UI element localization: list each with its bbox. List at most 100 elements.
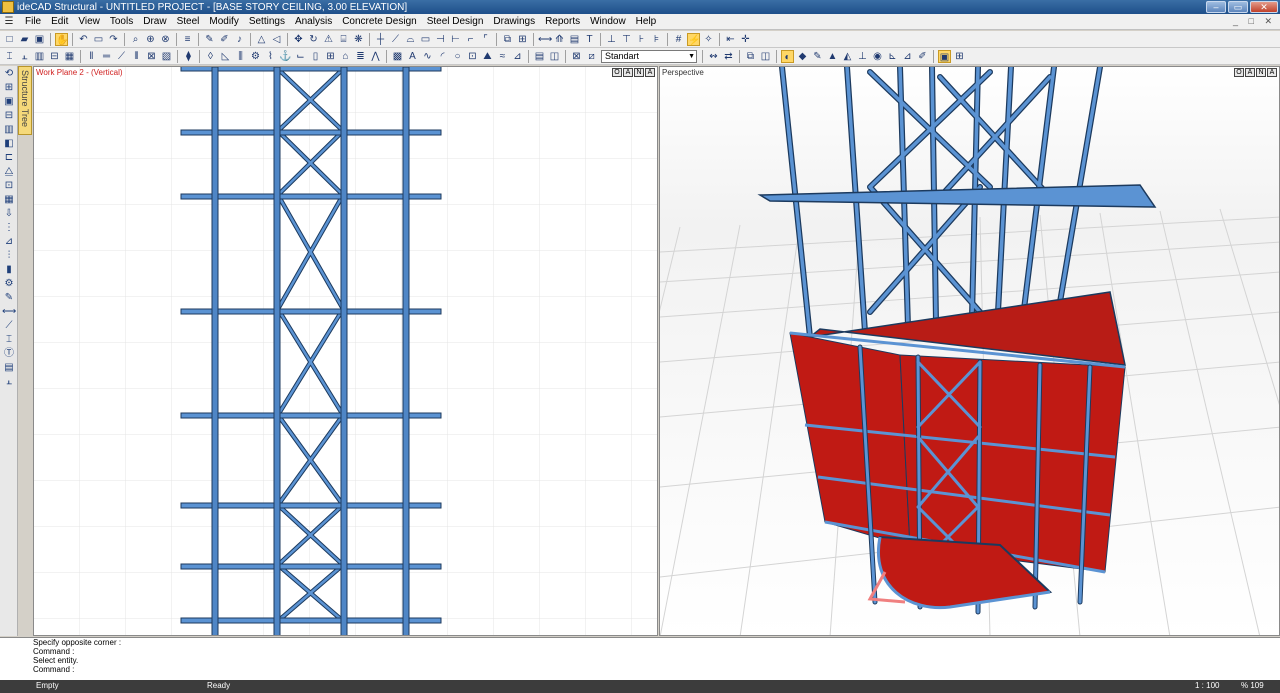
stair-tool-icon[interactable]: ⧋ (2, 166, 16, 178)
snap-toggle-icon[interactable]: ⚡ (687, 32, 700, 46)
menu-concrete-design[interactable]: Concrete Design (337, 14, 421, 30)
panel-icon[interactable]: ▧ (160, 50, 173, 63)
new-file-icon[interactable]: □ (3, 33, 16, 46)
mountain-icon[interactable]: ⛰ (481, 50, 494, 63)
brace-tool-icon[interactable]: ⟋ (2, 320, 16, 332)
arc-icon[interactable]: ⌓ (404, 33, 417, 46)
pen-icon[interactable]: ✐ (218, 33, 231, 46)
orbit-icon[interactable]: ↭ (707, 50, 720, 63)
hatch-icon[interactable]: ▤ (568, 33, 581, 46)
zoom-extents-icon[interactable]: ⊗ (159, 33, 172, 46)
render-icon[interactable]: ◐ (781, 49, 794, 63)
dimension-tool-icon[interactable]: ⟷ (2, 306, 16, 318)
ruler-icon[interactable]: ⫠ (2, 376, 16, 388)
settings-gear-icon[interactable]: ⚙ (2, 278, 16, 290)
menu-drawings[interactable]: Drawings (488, 14, 540, 30)
line-icon[interactable]: ⟋ (389, 33, 402, 46)
structure-tree-tab[interactable]: Structure Tree (18, 66, 32, 135)
menu-edit[interactable]: Edit (46, 14, 73, 30)
steel-brace-icon[interactable]: ⟋ (115, 50, 128, 63)
array-icon[interactable]: ⊞ (516, 33, 529, 46)
redo-icon[interactable]: ↷ (107, 33, 120, 46)
menu-steel-design[interactable]: Steel Design (422, 14, 489, 30)
purlin-icon[interactable]: ≣ (354, 50, 367, 63)
spline-icon[interactable]: ∿ (421, 50, 434, 63)
brush-tool-icon[interactable]: ✐ (916, 50, 929, 63)
base-plate-icon[interactable]: ◊ (204, 50, 217, 63)
bucket-icon[interactable]: ⊥ (856, 50, 869, 63)
foundation-icon[interactable]: ⊏ (2, 152, 16, 164)
menu-window[interactable]: Window (585, 14, 631, 30)
anchor-icon[interactable]: ⚓ (279, 50, 292, 63)
command-window[interactable]: Specify opposite corner : Command : Sele… (0, 637, 1280, 680)
status-zoom[interactable]: % 109 (1241, 681, 1264, 690)
restore-button[interactable]: ▭ (1228, 1, 1248, 13)
light-icon[interactable]: ◆ (796, 50, 809, 63)
splice-icon[interactable]: ⊞ (324, 50, 337, 63)
rotate-icon[interactable]: ↻ (307, 33, 320, 46)
eye-icon[interactable]: ◉ (871, 50, 884, 63)
copy-icon[interactable]: ⧉ (501, 33, 514, 46)
warning-icon[interactable]: ⚠ (322, 33, 335, 46)
minimize-button[interactable]: – (1206, 1, 1226, 13)
grid-axis-icon[interactable]: ┼ (374, 33, 387, 46)
triangle-icon[interactable]: △ (255, 33, 268, 46)
menu-analysis[interactable]: Analysis (290, 14, 337, 30)
shear-wall-icon[interactable]: ▮ (2, 264, 16, 276)
elevation-viewport[interactable]: Work Plane 2 - (Vertical) O A N A (33, 66, 658, 636)
mirror-icon[interactable]: ◁ (270, 33, 283, 46)
view-button-a2[interactable]: A (1267, 68, 1277, 77)
axis-icon[interactable]: ⊞ (2, 82, 16, 94)
arc-draw-icon[interactable]: ◜ (436, 50, 449, 63)
point-icon[interactable]: ✛ (739, 33, 752, 46)
steel-beam-icon[interactable]: ═ (100, 50, 113, 63)
beam-tool-icon[interactable]: ⊟ (2, 110, 16, 122)
structure-icon[interactable]: ⟲ (2, 68, 16, 80)
fillet-icon[interactable]: ⌐ (464, 33, 477, 46)
stair-icon[interactable]: ▦ (63, 50, 76, 63)
menu-draw[interactable]: Draw (138, 14, 171, 30)
view-button-a2[interactable]: A (645, 68, 655, 77)
snap-end-icon[interactable]: ⊥ (605, 33, 618, 46)
system-menu-icon[interactable]: ☰ (2, 16, 16, 28)
view-button-a[interactable]: A (623, 68, 633, 77)
circle-icon[interactable]: ○ (451, 50, 464, 63)
node-icon[interactable]: ❋ (352, 33, 365, 46)
leader-icon[interactable]: ⟰ (553, 33, 566, 46)
weld-icon[interactable]: ⌇ (264, 50, 277, 63)
view-style-select[interactable]: Standart ▼ (601, 49, 697, 63)
properties-icon[interactable]: ▭ (92, 33, 105, 46)
stiffener-icon[interactable]: ⫼ (234, 50, 247, 63)
zoom-window-icon[interactable]: ⊕ (144, 33, 157, 46)
wall-tool-icon[interactable]: ▥ (2, 124, 16, 136)
ortho-icon[interactable]: # (672, 33, 685, 46)
undo-icon[interactable]: ↶ (77, 33, 90, 46)
brush-icon[interactable]: ♪ (233, 33, 246, 46)
fill-icon[interactable]: ▩ (391, 50, 404, 63)
hand-icon[interactable]: ✋ (55, 32, 68, 46)
label-tool-icon[interactable]: Ⓣ (2, 348, 16, 360)
wall-icon[interactable]: ▥ (33, 50, 46, 63)
move-icon[interactable]: ✥ (292, 33, 305, 46)
chamfer-icon[interactable]: ⌜ (479, 33, 492, 46)
menu-reports[interactable]: Reports (540, 14, 585, 30)
polar-icon[interactable]: ✧ (702, 33, 715, 46)
connection-icon[interactable]: ⧫ (182, 50, 195, 63)
bolt-icon[interactable]: ⚙ (249, 50, 262, 63)
menu-steel[interactable]: Steel (172, 14, 205, 30)
wave-icon[interactable]: ≈ (496, 50, 509, 63)
rectangle-icon[interactable]: ▭ (419, 33, 432, 46)
close-button[interactable]: ✕ (1250, 1, 1278, 13)
perspective-viewport[interactable]: Perspective O A N A (659, 66, 1280, 636)
pan-view-icon[interactable]: ⇄ (722, 50, 735, 63)
snap-mid-icon[interactable]: ⊤ (620, 33, 633, 46)
pencil-icon[interactable]: ✎ (203, 33, 216, 46)
menu-settings[interactable]: Settings (244, 14, 290, 30)
column-icon[interactable]: ⌶ (3, 50, 16, 63)
text-icon[interactable]: T (583, 33, 596, 46)
menu-modify[interactable]: Modify (204, 14, 243, 30)
region-icon[interactable]: ⊡ (466, 50, 479, 63)
measure-icon[interactable]: ⇤ (724, 33, 737, 46)
layers-icon[interactable]: ≡ (181, 33, 194, 46)
rebar-icon[interactable]: ⋮ (2, 222, 16, 234)
